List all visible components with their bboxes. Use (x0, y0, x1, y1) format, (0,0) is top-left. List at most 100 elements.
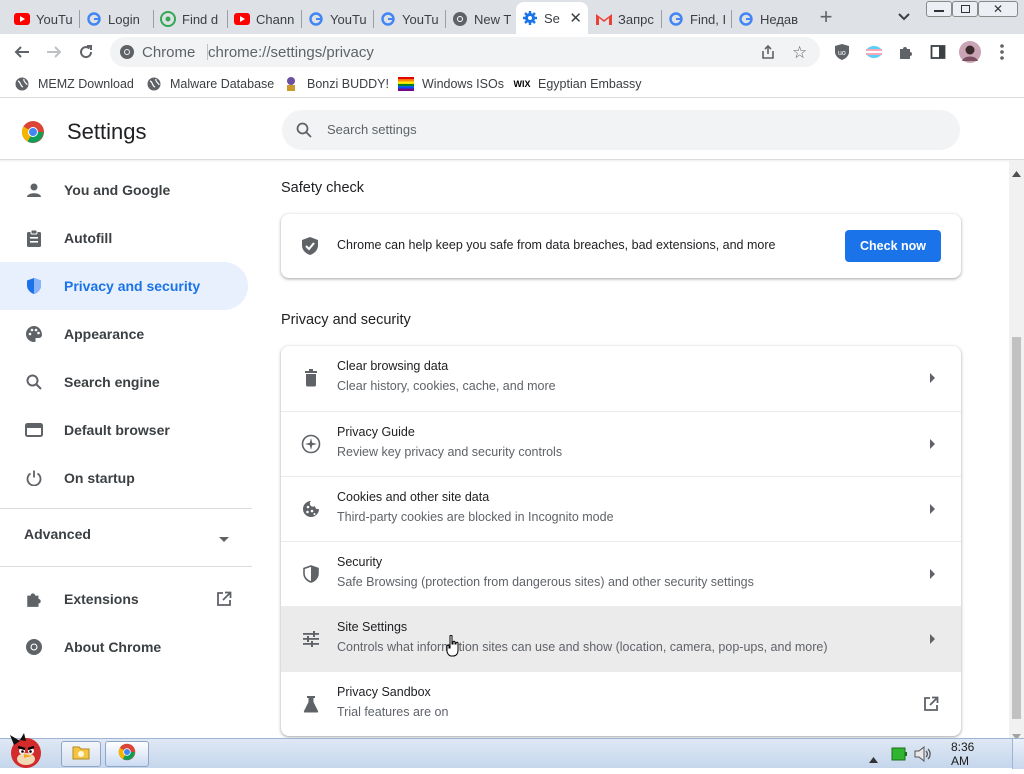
row-clear-browsing-data[interactable]: Clear browsing data Clear history, cooki… (281, 346, 961, 411)
scroll-up-arrow-icon[interactable] (1012, 164, 1021, 182)
extensions-puzzle-icon[interactable] (892, 38, 920, 66)
page-title: Settings (67, 119, 147, 144)
address-bar[interactable]: Chrome chrome://settings/privacy ☆ (110, 37, 820, 67)
bookmark-malware-db[interactable]: Malware Database (146, 75, 274, 93)
minimize-window-icon[interactable] (926, 1, 952, 17)
nav-default-browser[interactable]: Default browser (0, 406, 248, 454)
taskbar-chrome-button[interactable] (105, 741, 149, 767)
site-label: Chrome (142, 44, 196, 61)
tab-youtube-1[interactable]: YouTu (8, 4, 78, 34)
nav-autofill[interactable]: Autofill (0, 214, 248, 262)
chevron-right-icon (927, 438, 939, 450)
tab-title: Login (108, 11, 140, 27)
row-security[interactable]: Security Safe Browsing (protection from … (281, 541, 961, 606)
settings-gear-icon (522, 10, 538, 26)
tab-gmail[interactable]: Запрс (590, 4, 660, 34)
scrollbar-thumb[interactable] (1012, 337, 1021, 719)
row-site-settings[interactable]: Site Settings Controls what information … (281, 606, 961, 671)
google-icon (738, 11, 754, 27)
forward-arrow-icon[interactable] (40, 38, 68, 66)
nav-about-chrome[interactable]: About Chrome (0, 623, 248, 671)
restore-window-icon[interactable] (952, 1, 978, 17)
safety-check-card: Chrome can help keep you safe from data … (281, 214, 961, 278)
flag-extension-icon[interactable] (860, 38, 888, 66)
url-text[interactable]: chrome://settings/privacy (208, 44, 374, 61)
chrome-menu-icon[interactable] (988, 38, 1016, 66)
globe-icon (14, 76, 30, 92)
search-settings-input[interactable]: Search settings (282, 110, 960, 150)
clock[interactable]: 8:36 AM (951, 739, 995, 769)
row-privacy-guide[interactable]: Privacy Guide Review key privacy and sec… (281, 411, 961, 476)
tab-settings-active[interactable]: Se ✕ (516, 2, 588, 34)
tab-youtube-2[interactable]: YouTu (302, 4, 372, 34)
bookmark-star-icon[interactable]: ☆ (792, 43, 807, 63)
folder-icon (72, 744, 90, 765)
row-subtitle: Safe Browsing (protection from dangerous… (337, 575, 754, 589)
reload-icon[interactable] (72, 38, 100, 66)
chrome-logo-icon (21, 120, 45, 149)
row-subtitle: Trial features are on (337, 705, 449, 719)
tab-title: YouTu (36, 11, 73, 27)
close-window-icon[interactable]: ✕ (978, 1, 1018, 17)
nav-privacy-and-security[interactable]: Privacy and security (0, 262, 248, 310)
row-privacy-sandbox[interactable]: Privacy Sandbox Trial features are on (281, 671, 961, 736)
search-icon (24, 372, 44, 392)
tab-title: YouTu (330, 11, 367, 27)
new-tab-plus-icon[interactable]: + (812, 3, 840, 31)
tab-find-2[interactable]: Find, I (662, 4, 730, 34)
chevron-right-icon (927, 633, 939, 645)
open-external-icon (216, 591, 232, 610)
bookmark-memz[interactable]: MEMZ Download (14, 75, 134, 93)
chrome-icon (119, 44, 135, 65)
browser-toolbar: Chrome chrome://settings/privacy ☆ uo (0, 34, 1024, 70)
nav-divider (0, 508, 252, 509)
nav-label: Extensions (64, 591, 139, 607)
nav-extensions[interactable]: Extensions (0, 575, 248, 623)
google-icon (380, 11, 396, 27)
taskbar: 8:36 AM (0, 733, 1024, 769)
nav-label: Privacy and security (64, 278, 201, 294)
shield-check-icon (301, 236, 319, 261)
bookmark-bonzi[interactable]: Bonzi BUDDY! (283, 75, 389, 93)
tab-new-tab[interactable]: New T (446, 4, 514, 34)
nav-search-engine[interactable]: Search engine (0, 358, 248, 406)
row-title: Clear browsing data (337, 359, 449, 373)
nav-you-and-google[interactable]: You and Google (0, 166, 248, 214)
vertical-scrollbar[interactable] (1009, 160, 1024, 740)
close-tab-icon[interactable]: ✕ (569, 9, 582, 27)
chevron-right-icon (927, 568, 939, 580)
puzzle-icon (24, 589, 44, 609)
tab-find[interactable]: Find d (154, 4, 226, 34)
back-arrow-icon[interactable] (8, 38, 36, 66)
taskbar-explorer-button[interactable] (61, 741, 101, 767)
privacy-section-title: Privacy and security (281, 312, 411, 328)
profile-avatar[interactable] (956, 38, 984, 66)
nav-label: About Chrome (64, 639, 162, 655)
battery-icon[interactable] (891, 747, 907, 766)
flask-icon (301, 694, 321, 714)
row-cookies[interactable]: Cookies and other site data Third-party … (281, 476, 961, 541)
nav-label: On startup (64, 470, 135, 486)
cookie-icon (301, 499, 321, 519)
bookmark-windows-isos[interactable]: Windows ISOs (398, 75, 504, 93)
nav-on-startup[interactable]: On startup (0, 454, 248, 502)
check-now-button[interactable]: Check now (845, 230, 941, 262)
side-panel-icon[interactable] (924, 38, 952, 66)
share-icon[interactable] (760, 44, 776, 65)
youtube-icon (14, 11, 30, 27)
volume-icon[interactable] (914, 745, 932, 767)
ublock-icon[interactable]: uo (828, 38, 856, 66)
show-hidden-icons-icon[interactable] (869, 750, 878, 768)
show-desktop-button[interactable] (1012, 739, 1024, 769)
bookmark-label: Egyptian Embassy (538, 77, 642, 91)
tab-youtube-3[interactable]: YouTu (374, 4, 444, 34)
tab-recent[interactable]: Недав (732, 4, 804, 34)
nav-advanced[interactable]: Advanced (0, 510, 248, 558)
nav-appearance[interactable]: Appearance (0, 310, 248, 358)
tab-search-chevron-icon[interactable] (890, 3, 918, 31)
tab-youtube-channel[interactable]: Chann (228, 4, 300, 34)
bookmark-egyptian-embassy[interactable]: WIX Egyptian Embassy (514, 75, 642, 93)
chrome-logo-icon (118, 743, 136, 766)
tab-title: Find, I (690, 11, 727, 27)
tab-login[interactable]: Login (80, 4, 152, 34)
